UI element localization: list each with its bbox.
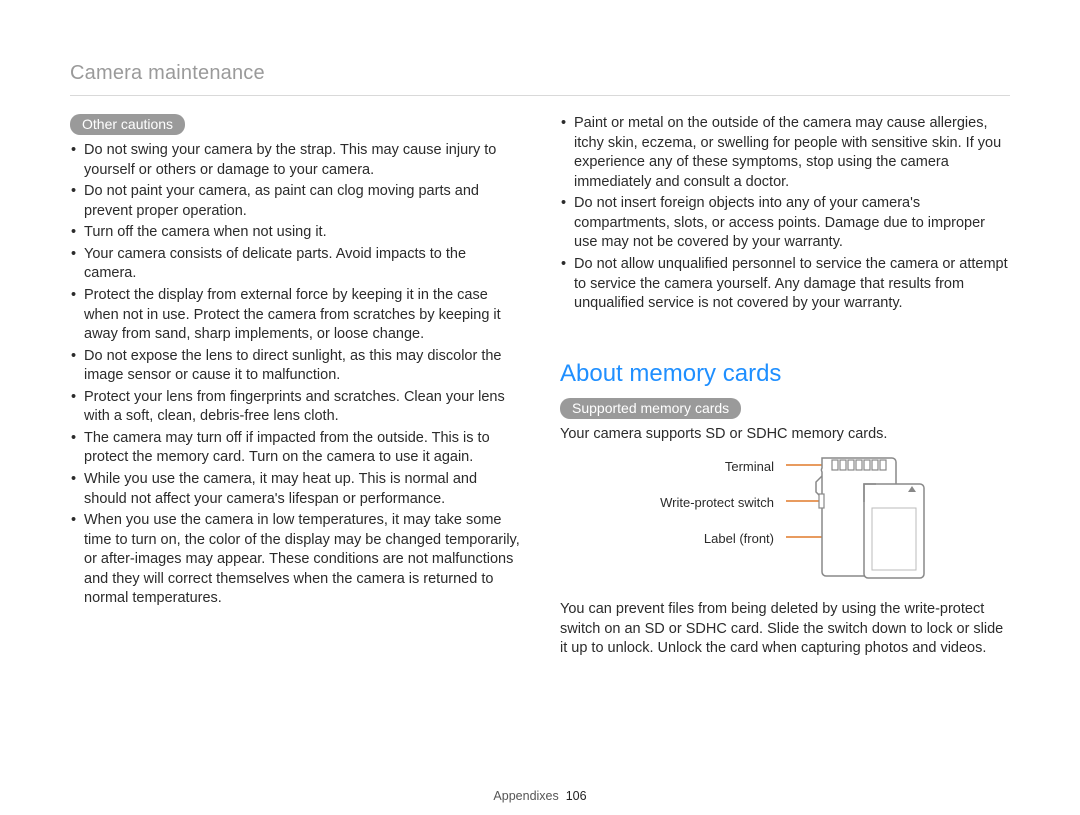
list-item: Do not paint your camera, as paint can c… <box>70 182 520 221</box>
pill-other-cautions: Other cautions <box>70 114 185 135</box>
list-item: Paint or metal on the outside of the cam… <box>560 114 1010 192</box>
sd-card-diagram-icon <box>786 454 956 584</box>
list-item: Turn off the camera when not using it. <box>70 223 520 243</box>
list-item: Do not insert foreign objects into any o… <box>560 194 1010 253</box>
list-item: Your camera consists of delicate parts. … <box>70 245 520 284</box>
manual-page: Camera maintenance Other cautions Do not… <box>0 0 1080 815</box>
list-item: Protect your lens from fingerprints and … <box>70 388 520 427</box>
right-column: Paint or metal on the outside of the cam… <box>560 114 1010 659</box>
page-footer: Appendixes 106 <box>0 789 1080 803</box>
diagram-label-write-protect: Write-protect switch <box>660 496 774 509</box>
list-item: Do not allow unqualified personnel to se… <box>560 255 1010 314</box>
pill-supported-memory-cards: Supported memory cards <box>560 398 741 419</box>
list-item: Do not expose the lens to direct sunligh… <box>70 347 520 386</box>
other-cautions-list: Do not swing your camera by the strap. T… <box>70 141 520 609</box>
list-item: The camera may turn off if impacted from… <box>70 429 520 468</box>
section-title: Camera maintenance <box>70 62 1010 96</box>
footer-section-label: Appendixes <box>493 789 558 803</box>
diagram-label-label-front: Label (front) <box>704 532 774 545</box>
two-column-layout: Other cautions Do not swing your camera … <box>70 114 1010 659</box>
list-item: When you use the camera in low temperatu… <box>70 511 520 609</box>
sd-card-diagram-row: Terminal Write-protect switch Label (fro… <box>624 454 1010 584</box>
memory-cards-intro: Your camera supports SD or SDHC memory c… <box>560 425 1010 445</box>
right-top-list: Paint or metal on the outside of the cam… <box>560 114 1010 314</box>
memory-cards-outro: You can prevent files from being deleted… <box>560 600 1010 659</box>
footer-page-number: 106 <box>566 789 587 803</box>
heading-about-memory-cards: About memory cards <box>560 360 1010 388</box>
diagram-label-terminal: Terminal <box>725 460 774 473</box>
list-item: Protect the display from external force … <box>70 286 520 345</box>
left-column: Other cautions Do not swing your camera … <box>70 114 520 659</box>
list-item: While you use the camera, it may heat up… <box>70 470 520 509</box>
list-item: Do not swing your camera by the strap. T… <box>70 141 520 180</box>
